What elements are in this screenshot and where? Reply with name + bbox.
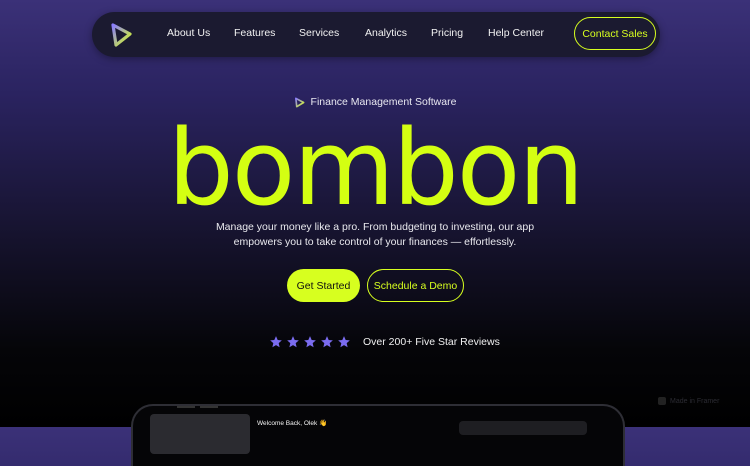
app-preview-device: Welcome Back, Olek 👋 [131, 404, 625, 466]
made-in-framer-badge[interactable]: Made in Framer [658, 397, 719, 405]
hero-subtitle: Manage your money like a pro. From budge… [175, 220, 575, 250]
brand-title: bombon [167, 107, 585, 229]
nav-link-features[interactable]: Features [234, 27, 275, 39]
schedule-demo-button[interactable]: Schedule a Demo [367, 269, 464, 302]
nav-link-about-us[interactable]: About Us [167, 27, 210, 39]
framer-icon [658, 397, 666, 405]
play-triangle-icon [294, 97, 304, 107]
play-triangle-logo-icon[interactable] [108, 22, 134, 48]
star-rating [269, 335, 351, 349]
device-notch [177, 406, 195, 408]
nav-link-analytics[interactable]: Analytics [365, 27, 407, 39]
star-icon [287, 336, 299, 348]
star-icon [338, 336, 350, 348]
welcome-text: Welcome Back, Olek 👋 [257, 420, 328, 427]
get-started-button[interactable]: Get Started [287, 269, 360, 302]
contact-sales-button[interactable]: Contact Sales [574, 17, 656, 50]
preview-search-bar [459, 421, 587, 435]
preview-sidebar [150, 414, 250, 454]
star-icon [321, 336, 333, 348]
subtitle-line-2: empowers you to take control of your fin… [233, 236, 517, 248]
badge-label: Made in Framer [670, 397, 720, 405]
star-icon [304, 336, 316, 348]
navbar: About Us Features Services Analytics Pri… [92, 12, 660, 57]
rating-text: Over 200+ Five Star Reviews [363, 336, 500, 348]
star-icon [270, 336, 282, 348]
nav-link-services[interactable]: Services [299, 27, 339, 39]
rating-summary: Over 200+ Five Star Reviews [269, 333, 500, 351]
nav-link-pricing[interactable]: Pricing [431, 27, 463, 39]
nav-link-help-center[interactable]: Help Center [488, 27, 544, 39]
subtitle-line-1: Manage your money like a pro. From budge… [215, 221, 535, 233]
device-notch [200, 406, 218, 408]
